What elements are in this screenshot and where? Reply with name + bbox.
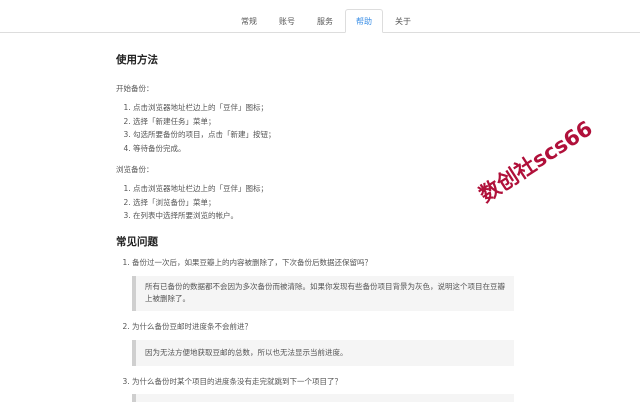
tab-general[interactable]: 常规 bbox=[231, 10, 267, 27]
tab-about[interactable]: 关于 bbox=[385, 10, 421, 27]
faq-list: 备份过一次后，如果豆瓣上的内容被删除了，下次备份后数据还保留吗？ 所有已备份的数… bbox=[116, 257, 516, 402]
faq-answer: 因为无法方便地获取豆邮的总数，所以也无法显示当前进度。 bbox=[132, 340, 514, 367]
watermark-logo: 数创社scs66 bbox=[456, 98, 606, 210]
faq-item: 为什么备份豆邮时进度条不会前进？ 因为无法方便地获取豆邮的总数，所以也无法显示当… bbox=[132, 321, 516, 367]
browse-step: 在列表中选择所要浏览的帐户。 bbox=[133, 209, 516, 223]
faq-answer bbox=[132, 394, 514, 402]
backup-intro: 开始备份： bbox=[116, 83, 516, 94]
faq-answer: 所有已备份的数据都不会因为多次备份而被清除。如果你发现有些备份项目背景为灰色，说… bbox=[132, 276, 514, 311]
tab-help[interactable]: 帮助 bbox=[345, 9, 383, 33]
faq-item: 为什么备份时某个项目的进度条没有走完就跳到下一个项目了？ bbox=[132, 376, 516, 402]
faq-question: 为什么备份时某个项目的进度条没有走完就跳到下一个项目了？ bbox=[132, 377, 342, 386]
usage-heading: 使用方法 bbox=[116, 52, 516, 67]
settings-tab-bar: 常规 账号 服务 帮助 关于 bbox=[0, 0, 640, 33]
faq-question: 备份过一次后，如果豆瓣上的内容被删除了，下次备份后数据还保留吗？ bbox=[132, 258, 372, 267]
faq-heading: 常见问题 bbox=[116, 234, 516, 249]
faq-item: 备份过一次后，如果豆瓣上的内容被删除了，下次备份后数据还保留吗？ 所有已备份的数… bbox=[132, 257, 516, 311]
faq-question: 为什么备份豆邮时进度条不会前进？ bbox=[132, 322, 252, 331]
tab-services[interactable]: 服务 bbox=[307, 10, 343, 27]
watermark-text: 数创社scs66 bbox=[475, 116, 597, 207]
tab-list: 常规 账号 服务 帮助 关于 bbox=[231, 10, 423, 33]
tab-account[interactable]: 账号 bbox=[269, 10, 305, 27]
